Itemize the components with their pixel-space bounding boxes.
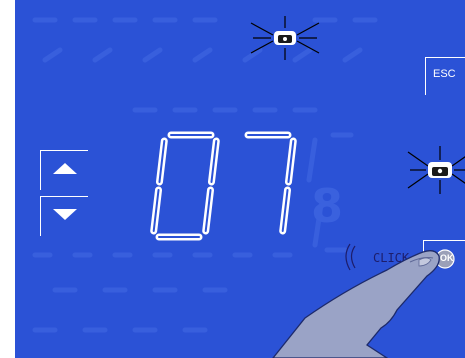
pointing-hand-icon [272, 250, 440, 358]
device-display-page: 8 ESC OK CLICK [0, 0, 465, 358]
lcd-screen: 8 ESC OK CLICK [15, 0, 465, 358]
